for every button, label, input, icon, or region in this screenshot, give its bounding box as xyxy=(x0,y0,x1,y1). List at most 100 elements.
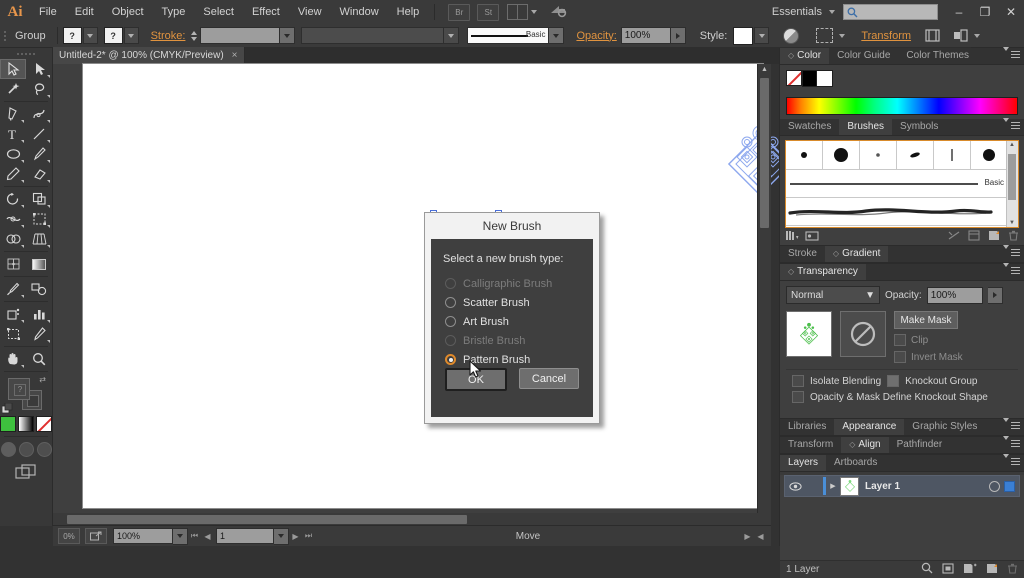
tab-transform[interactable]: Transform xyxy=(780,437,841,453)
hand-tool[interactable] xyxy=(0,349,26,369)
mask-thumbnail[interactable] xyxy=(840,311,886,357)
artboard-navigation-icon[interactable]: 0% xyxy=(58,528,80,544)
layer-target-icon[interactable] xyxy=(989,480,1000,492)
tools-panel-gripper[interactable] xyxy=(0,48,52,59)
symbol-sprayer-tool[interactable] xyxy=(0,304,26,324)
first-artboard-icon[interactable]: ⏮ xyxy=(188,529,201,543)
menu-help[interactable]: Help xyxy=(388,0,429,24)
stroke-weight-stepper[interactable] xyxy=(189,28,199,43)
disclosure-icon[interactable]: ◇ xyxy=(833,246,839,262)
radio-button[interactable] xyxy=(445,316,456,327)
canvas-area[interactable]: ▲ ▼ xyxy=(53,64,793,526)
ellipse-tool[interactable] xyxy=(0,144,26,164)
brush-swatch[interactable] xyxy=(786,141,823,169)
appearance-panel-menu-icon[interactable] xyxy=(1003,418,1020,423)
artboard-chevron-down-icon[interactable] xyxy=(274,527,289,545)
horizontal-scroll-thumb[interactable] xyxy=(67,515,467,524)
color-mode-button[interactable] xyxy=(0,416,16,432)
libraries-panel-icon[interactable] xyxy=(805,230,820,244)
column-graph-tool[interactable] xyxy=(26,304,52,324)
options-of-selected-object-icon[interactable] xyxy=(968,229,980,244)
workspace-label[interactable]: Essentials xyxy=(772,6,826,18)
gradient-mode-button[interactable] xyxy=(18,416,34,432)
eyedropper-tool[interactable] xyxy=(0,279,26,299)
knockout-group-checkbox[interactable] xyxy=(887,375,900,387)
pen-tool[interactable] xyxy=(0,104,26,124)
status-menu-icon[interactable]: ▶ xyxy=(741,529,754,543)
vertical-scroll-thumb[interactable] xyxy=(760,78,769,228)
artboard-number-input[interactable]: 1 xyxy=(216,528,274,544)
stroke-profile-input[interactable] xyxy=(301,27,445,44)
radio-button[interactable] xyxy=(445,297,456,308)
isolate-blending-checkbox[interactable] xyxy=(792,375,804,387)
brushes-panel-menu-icon[interactable] xyxy=(1003,118,1020,123)
tab-pathfinder[interactable]: Pathfinder xyxy=(889,437,951,453)
locate-object-icon[interactable] xyxy=(921,562,933,577)
brush-swatch[interactable] xyxy=(971,141,1008,169)
invert-mask-checkbox[interactable] xyxy=(894,351,906,363)
workspace-chevron-down-icon[interactable] xyxy=(829,10,835,14)
artboard-tool[interactable] xyxy=(0,324,26,344)
opacity-label[interactable]: Opacity: xyxy=(572,30,620,42)
layer-visibility-toggle[interactable] xyxy=(785,481,805,491)
brush-libraries-menu-icon[interactable] xyxy=(785,230,799,244)
stroke-profile-chevron-down-icon[interactable] xyxy=(444,27,460,44)
brush-swatch[interactable] xyxy=(860,141,897,169)
brush-swatch[interactable] xyxy=(823,141,860,169)
stroke-swatch[interactable]: ? xyxy=(103,27,123,44)
knockout-shape-checkbox[interactable] xyxy=(792,391,804,403)
brush-definition-chevron-down-icon[interactable] xyxy=(549,27,565,44)
shape-builder-tool[interactable] xyxy=(0,229,26,249)
next-artboard-icon[interactable]: ▶ xyxy=(289,529,302,543)
minimize-button[interactable]: – xyxy=(946,0,972,24)
disclosure-icon[interactable]: ◇ xyxy=(788,48,794,64)
tab-libraries[interactable]: Libraries xyxy=(780,419,834,435)
cancel-button[interactable]: Cancel xyxy=(519,368,579,389)
tab-artboards[interactable]: Artboards xyxy=(826,455,885,471)
transform-label[interactable]: Transform xyxy=(857,30,915,42)
br-bridge-icon[interactable]: Br xyxy=(448,3,471,21)
art-brush-basic[interactable]: Basic xyxy=(786,170,1018,198)
recolor-artwork-icon[interactable] xyxy=(783,27,800,44)
layer-name[interactable]: Layer 1 xyxy=(865,481,900,492)
free-transform-tool[interactable] xyxy=(26,209,52,229)
draw-normal-button[interactable] xyxy=(0,442,16,457)
chevron-down-icon[interactable]: ▼ xyxy=(865,290,875,301)
gradient-tool[interactable] xyxy=(26,254,52,274)
canvas-vertical-scrollbar[interactable]: ▲ ▼ xyxy=(757,64,771,526)
fill-chevron-down-icon[interactable] xyxy=(82,27,98,44)
align-panel-menu-icon[interactable] xyxy=(1003,436,1020,441)
menu-window[interactable]: Window xyxy=(331,0,388,24)
pencil-tool[interactable] xyxy=(0,164,26,184)
arrow-pattern-brush[interactable] xyxy=(786,226,1018,227)
transparency-panel-menu-icon[interactable] xyxy=(1003,263,1020,268)
zoom-chevron-down-icon[interactable] xyxy=(173,527,188,545)
opacity-input[interactable]: 100% xyxy=(620,27,671,44)
blend-mode-select[interactable]: Normal ▼ xyxy=(786,286,880,304)
new-brush-icon[interactable] xyxy=(988,230,1000,244)
tab-color[interactable]: ◇ Color xyxy=(780,48,830,64)
invert-mask-checkbox-row[interactable]: Invert Mask xyxy=(894,351,963,363)
scroll-down-icon[interactable]: ▼ xyxy=(1009,220,1015,226)
control-bar-gripper[interactable] xyxy=(0,24,9,47)
menu-type[interactable]: Type xyxy=(153,0,195,24)
color-panel-menu-icon[interactable] xyxy=(1003,47,1020,52)
create-new-layer-icon[interactable] xyxy=(986,563,998,577)
slice-tool[interactable] xyxy=(26,324,52,344)
tab-align[interactable]: ◇ Align xyxy=(841,437,889,453)
none-mode-button[interactable] xyxy=(36,416,52,432)
artboard[interactable] xyxy=(83,64,793,508)
delete-brush-icon[interactable] xyxy=(1008,230,1019,244)
perspective-grid-tool[interactable] xyxy=(26,229,52,249)
tab-appearance[interactable]: Appearance xyxy=(834,419,905,435)
tab-color-guide[interactable]: Color Guide xyxy=(829,48,898,64)
tab-gradient[interactable]: ◇ Gradient xyxy=(824,246,889,262)
line-segment-tool[interactable] xyxy=(26,124,52,144)
isolate-chevron-down-icon[interactable] xyxy=(839,33,846,38)
default-fill-stroke-icon[interactable] xyxy=(1,402,13,414)
align-icon[interactable] xyxy=(925,29,940,42)
rotate-tool[interactable] xyxy=(0,189,26,209)
layer-selected-indicator[interactable] xyxy=(1004,480,1015,492)
fill-swatch[interactable]: ? xyxy=(62,27,82,44)
lasso-tool[interactable] xyxy=(26,79,52,99)
